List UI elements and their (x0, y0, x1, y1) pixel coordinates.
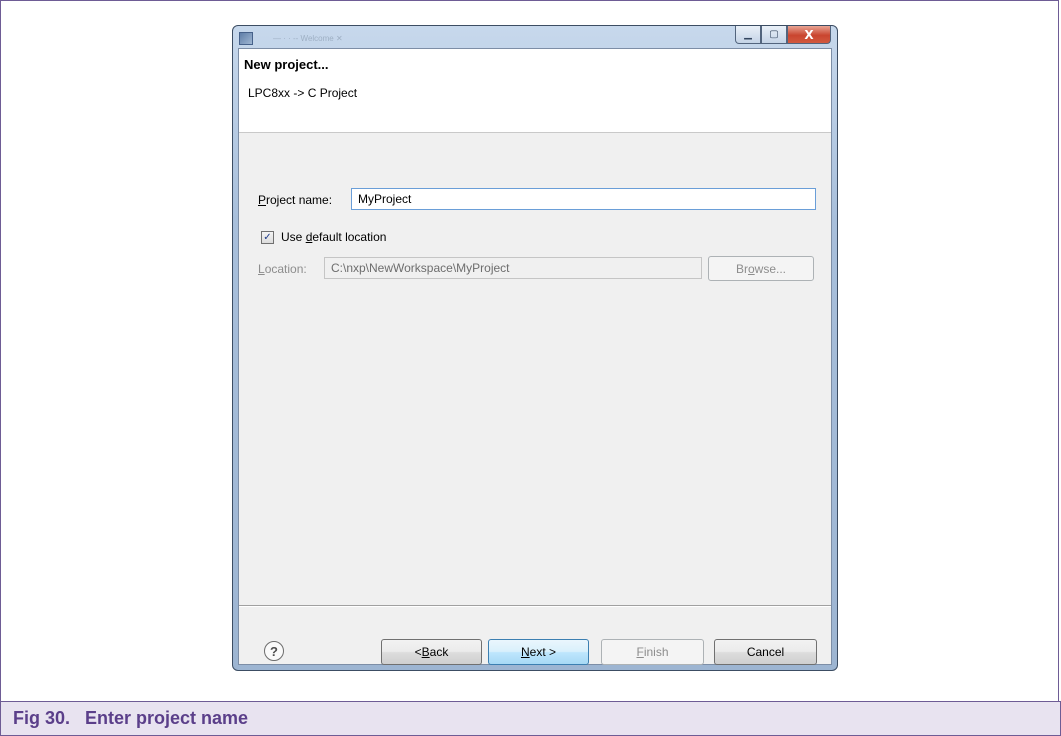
browse-button[interactable]: Br o wse... (708, 256, 814, 281)
dialog-client-area: New project... LPC8xx -> C Project Proje… (238, 48, 832, 665)
maximize-button[interactable]: ▢ (761, 26, 787, 44)
background-tabs: — · · -- Welcome ✕ (273, 34, 343, 43)
new-project-dialog: — · · -- Welcome ✕ ▁ ▢ X New project... … (232, 25, 838, 671)
app-icon (239, 32, 253, 45)
project-name-label: Project name: (258, 193, 333, 207)
location-label: Location: (258, 262, 307, 276)
back-button[interactable]: < Back (381, 639, 482, 665)
project-name-input[interactable]: MyProject (351, 188, 816, 210)
minimize-button[interactable]: ▁ (735, 26, 761, 44)
location-input[interactable]: C:\nxp\NewWorkspace\MyProject (324, 257, 702, 279)
wizard-title: New project... (244, 57, 329, 72)
use-default-location-checkbox[interactable]: ✓ (261, 231, 274, 244)
footer-separator (239, 605, 831, 607)
use-default-location-label[interactable]: Use default location (281, 230, 386, 244)
wizard-header: New project... LPC8xx -> C Project (239, 49, 831, 133)
next-button[interactable]: Next > (488, 639, 589, 665)
figure-caption: Fig 30. Enter project name (0, 701, 1061, 736)
help-icon[interactable]: ? (264, 641, 284, 661)
wizard-subtitle: LPC8xx -> C Project (248, 86, 358, 100)
cancel-button[interactable]: Cancel (714, 639, 817, 665)
window-controls: ▁ ▢ X (735, 26, 831, 45)
close-button[interactable]: X (787, 26, 831, 44)
figure-caption-text: Fig 30. Enter project name (13, 708, 249, 728)
title-bar[interactable]: — · · -- Welcome ✕ ▁ ▢ X (233, 26, 837, 48)
finish-button[interactable]: Finish (601, 639, 704, 665)
